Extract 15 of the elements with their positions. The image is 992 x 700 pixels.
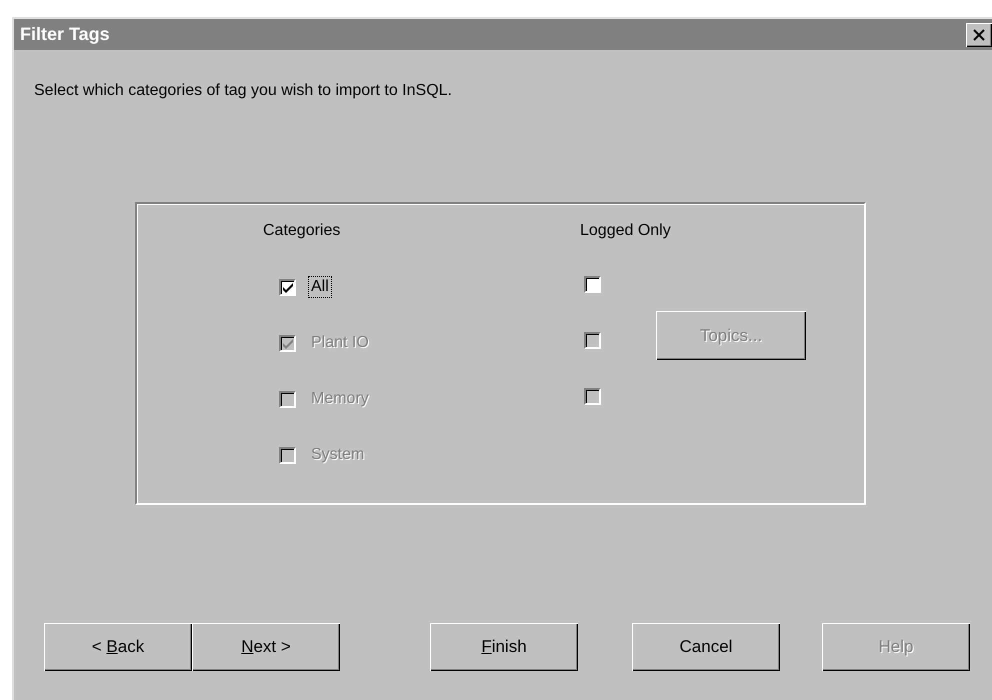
- check-icon: [282, 282, 294, 292]
- window-title: Filter Tags: [20, 24, 110, 45]
- checkbox[interactable]: [584, 276, 601, 293]
- close-button[interactable]: [966, 22, 992, 46]
- column-heading: Logged Only: [580, 222, 671, 240]
- wizard-button[interactable]: Finish: [430, 623, 578, 671]
- checkbox-label[interactable]: All: [308, 276, 332, 298]
- wizard-button[interactable]: < Back: [44, 623, 192, 671]
- close-icon: [972, 28, 986, 40]
- column-heading: Categories: [263, 222, 340, 240]
- check-icon: [282, 338, 294, 348]
- wizard-button[interactable]: Cancel: [632, 623, 780, 671]
- instruction-text: Select which categories of tag you wish to import to InSQL.: [34, 82, 453, 101]
- wizard-button[interactable]: Next >: [192, 623, 340, 671]
- checkbox[interactable]: [279, 278, 296, 296]
